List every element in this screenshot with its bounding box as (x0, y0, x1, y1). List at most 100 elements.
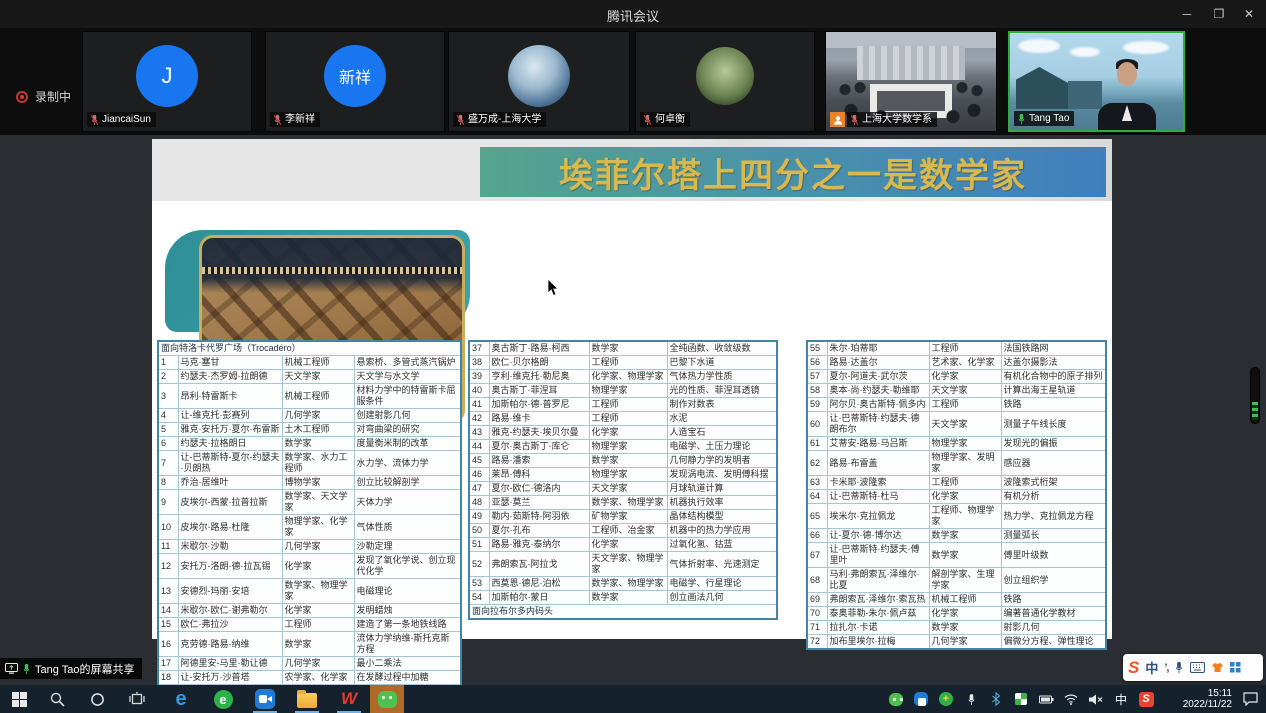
wechat-button-active[interactable] (370, 685, 404, 713)
table-row: 37奥古斯丁·路易·柯西数学家全纯函数、收敛级数 (469, 341, 777, 356)
taskbar-clock[interactable]: 15:11 2022/11/22 (1183, 688, 1232, 710)
table-row: 54加斯帕尔·蒙日数学家创立画法几何 (469, 591, 777, 605)
mouse-cursor (547, 279, 560, 297)
participant-name: Tang Tao (1029, 111, 1069, 126)
table-row: 11米歇尔·沙勒几何学家沙勒定理 (158, 540, 461, 554)
table-row: 53西莫恩·德尼·泊松数学家、物理学家电磁学、行星理论 (469, 577, 777, 591)
participant-name: 李新祥 (285, 112, 315, 127)
names-table-trocadero: 面向特洛卡代罗广场（Trocadéro）1马克·塞甘机械工程师悬索桥、多管式蒸汽… (157, 340, 462, 700)
clock-date: 2022/11/22 (1183, 699, 1232, 710)
ime-skin-icon[interactable] (1211, 662, 1224, 673)
tray-wifi-icon[interactable] (1063, 691, 1079, 707)
tencent-meeting-icon (255, 689, 275, 709)
table-row: 72加布里埃尔·拉梅几何学家偏微分方程、弹性理论 (807, 635, 1106, 650)
ime-toolbox-icon[interactable] (1230, 662, 1241, 673)
ime-mode-chinese[interactable]: 中 (1145, 658, 1158, 677)
search-button[interactable] (40, 685, 74, 713)
table-row: 16克劳德·路易·纳维数学家流体力学纳维-斯托克斯方程 (158, 632, 461, 657)
participant-tile-active-speaker[interactable]: Tang Tao (1008, 31, 1185, 132)
minimize-button[interactable]: ─ (1172, 0, 1202, 28)
table-row: 59阿尔贝·奥古斯特·佩多内工程师铁路 (807, 398, 1106, 412)
slide-title-banner: 埃菲尔塔上四分之一是数学家 (480, 147, 1106, 197)
participant-tile[interactable]: 何卓衡 (635, 31, 815, 132)
participant-name: JiancaiSun (102, 112, 151, 127)
tray-updater-icon[interactable]: + (938, 691, 954, 707)
edge-browser-button[interactable]: e (164, 685, 198, 713)
recording-indicator: 录制中 (16, 88, 71, 105)
avatar: J (136, 45, 198, 107)
tray-mic-icon[interactable] (963, 691, 979, 707)
tray-bluetooth-icon[interactable] (988, 691, 1004, 707)
participant-tile[interactable]: 盛万成-上海大学 (448, 31, 630, 132)
mic-muted-icon (850, 114, 859, 126)
tray-battery-icon[interactable] (1038, 691, 1054, 707)
close-button[interactable]: ✕ (1234, 0, 1264, 28)
table-row: 64让-巴蒂斯特·杜马化学家有机分析 (807, 490, 1106, 504)
task-view-button[interactable] (120, 685, 154, 713)
title-bar: 腾讯会议 ─ ❐ ✕ (0, 0, 1266, 28)
system-tray: + 中 S (888, 685, 1154, 713)
table-row: 12安托万-洛朗·德·拉瓦锡化学家发现了氧化学说、创立现代化学 (158, 554, 461, 579)
action-center-button[interactable] (1243, 692, 1258, 711)
table-row: 3昂利·特雷斯卡机械工程师材料力学中的特雷斯卡屈服条件 (158, 384, 461, 409)
names-table-second: 37奥古斯丁·路易·柯西数学家全纯函数、收敛级数38欧仁·贝尔格朗工程师巴黎下水… (468, 340, 778, 620)
sogou-logo-icon[interactable]: S (1128, 659, 1139, 676)
ime-voice-icon[interactable] (1174, 661, 1184, 674)
participant-tile[interactable]: J JiancaiSun (82, 31, 252, 132)
table-row: 67让·巴蒂斯特·约瑟夫·傅里叶数学家傅里叶级数 (807, 543, 1106, 568)
task-view-icon (129, 692, 145, 706)
scientists-table: 面向特洛卡代罗广场（Trocadéro）1马克·塞甘机械工程师悬索桥、多管式蒸汽… (157, 340, 462, 700)
mic-on-icon (1017, 113, 1026, 125)
table-row: 10皮埃尔·路易·杜隆物理学家、化学家气体性质 (158, 515, 461, 540)
names-table-third: 55朱尔·珀蒂耶工程师法国铁路网56路易·达盖尔艺术家、化学家达盖尔摄影法57夏… (806, 340, 1107, 650)
presentation-slide: 埃菲尔塔上四分之一是数学家 面向特洛卡代罗广场（Trocadéro）1马克·塞甘… (152, 139, 1112, 639)
tray-wechat-icon[interactable] (888, 691, 904, 707)
table-row: 44夏尔·奥古斯丁·库仑物理学家电磁学、土压力理论 (469, 440, 777, 454)
ime-keyboard-icon[interactable] (1190, 662, 1205, 673)
table-row: 4让-维克托·彭赛列几何学家创建射影几何 (158, 409, 461, 423)
table-row: 13安德烈-玛丽·安培数学家、物理学家电磁理论 (158, 579, 461, 604)
recording-icon (16, 91, 28, 103)
person-icon (833, 115, 843, 125)
table-row: 61艾蒂安-路易·马吕斯物理学家发现光的偏振 (807, 437, 1106, 451)
table-row: 63卡米耶·波隆索工程师波隆索式桁架 (807, 476, 1106, 490)
tray-volume-muted-icon[interactable] (1088, 691, 1104, 707)
wps-office-button[interactable]: W (332, 685, 366, 713)
browser-360-button[interactable]: e (206, 685, 240, 713)
table-row: 7让-巴蒂斯特-夏尔-约瑟夫·贝朗热数学家、水力工程师水力学、流体力学 (158, 451, 461, 476)
browser-360-icon: e (214, 690, 233, 709)
cortana-button[interactable] (80, 685, 114, 713)
table-row: 15欧仁·弗拉沙工程师建造了第一条地铁线路 (158, 618, 461, 632)
ime-punctuation-toggle[interactable]: ’, (1164, 662, 1168, 674)
table-row: 68马利·弗朗索瓦·泽维尔·比夏解剖学家、生理学家创立组织学 (807, 568, 1106, 593)
table-row: 41加斯帕尔·德·普罗尼工程师制作对数表 (469, 398, 777, 412)
avatar-tree-photo (696, 47, 754, 105)
table-row: 9皮埃尔-西蒙·拉普拉斯数学家、天文学家天体力学 (158, 490, 461, 515)
wechat-icon (378, 691, 397, 708)
table-row: 17阿德里安-马里·勒让德几何学家最小二乘法 (158, 657, 461, 671)
start-button[interactable] (2, 685, 36, 713)
maximize-button[interactable]: ❐ (1204, 0, 1234, 28)
table-row: 57夏尔-阿道夫·武尔茨化学家有机化合物中的原子排列 (807, 370, 1106, 384)
table-row: 43雅克-约瑟夫·埃贝尔曼化学家人造宝石 (469, 426, 777, 440)
participant-tile[interactable]: 新祥 李新祥 (265, 31, 445, 132)
room-mode-badge (830, 112, 845, 127)
table-caption-row: 面向拉布尔多内码头 (469, 605, 777, 620)
clock-time: 15:11 (1183, 688, 1232, 699)
tray-antivirus-icon[interactable] (1013, 691, 1029, 707)
table-row: 48亚瑟·莫兰数学家、物理学家机器执行效率 (469, 496, 777, 510)
recording-label: 录制中 (35, 88, 71, 105)
tencent-meeting-taskbar-button[interactable] (248, 685, 282, 713)
table-row: 49勒内·茹斯特·阿羽依矿物学家晶体结构模型 (469, 510, 777, 524)
file-explorer-button[interactable] (290, 685, 324, 713)
tray-sogou-icon[interactable]: S (1138, 691, 1154, 707)
scroll-indicator[interactable] (1250, 367, 1260, 424)
mic-muted-icon (456, 114, 465, 126)
tray-meeting-icon[interactable] (913, 691, 929, 707)
table-row: 65埃米尔·克拉佩龙工程师、物理学家热力学、克拉佩龙方程 (807, 504, 1106, 529)
participant-tile[interactable]: 上海大学数学系 (825, 31, 997, 132)
table-row: 2约瑟夫·杰罗姆·拉朗德天文学家天文学与水文学 (158, 370, 461, 384)
tray-input-language[interactable]: 中 (1113, 691, 1129, 707)
table-row: 51路易·雅克·泰纳尔化学家过氧化氢、钴蓝 (469, 538, 777, 552)
screen-share-icon (5, 663, 18, 674)
